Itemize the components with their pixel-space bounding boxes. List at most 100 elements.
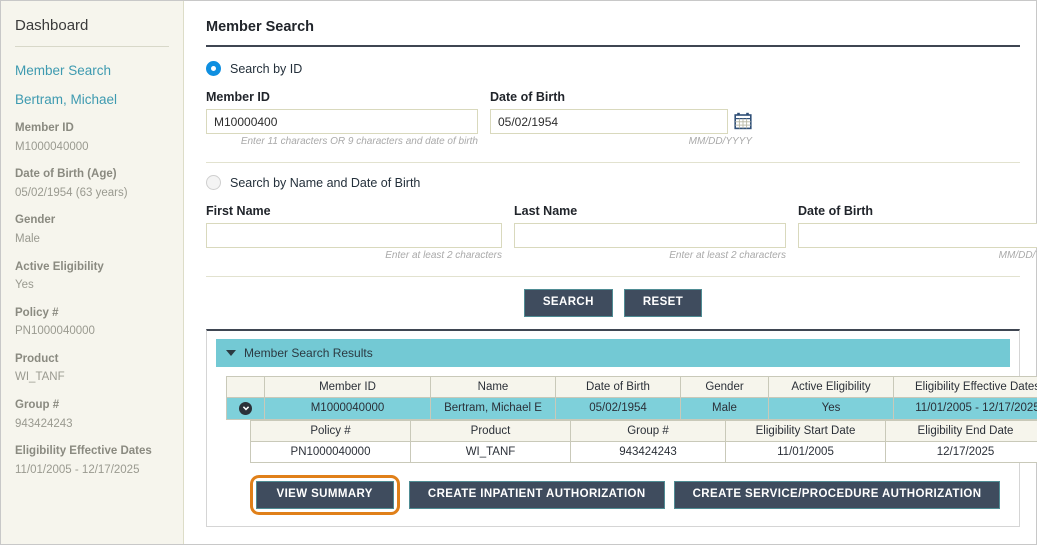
section-divider-2 xyxy=(206,276,1020,277)
search-button[interactable]: SEARCH xyxy=(523,289,613,317)
cell-eligibility-dates: 11/01/2005 - 12/17/2025 xyxy=(893,396,1037,420)
create-service-procedure-authorization-button[interactable]: CREATE SERVICE/PROCEDURE AUTHORIZATION xyxy=(673,481,1001,509)
search-by-id-fields: Member ID Enter 11 characters OR 9 chara… xyxy=(206,90,1020,148)
sidebar-item-member-search[interactable]: Member Search xyxy=(15,63,169,78)
name-dob-label: Date of Birth xyxy=(798,204,873,218)
table-header-row: Member ID Name Date of Birth Gender Acti… xyxy=(226,375,1037,398)
sidebar-field-active-eligibility: Active Eligibility Yes xyxy=(15,260,169,294)
sidebar-field-policy: Policy # PN1000040000 xyxy=(15,306,169,340)
sidebar-field-label: Eligibility Effective Dates xyxy=(15,445,152,458)
first-name-field-group: First Name Enter at least 2 characters xyxy=(206,204,502,262)
dob-input[interactable] xyxy=(490,109,728,134)
search-by-name-fields: First Name Enter at least 2 characters L… xyxy=(206,204,1037,262)
cell-policy: PN1000040000 xyxy=(250,441,411,463)
create-inpatient-authorization-button[interactable]: CREATE INPATIENT AUTHORIZATION xyxy=(408,481,665,509)
detail-row: PN1000040000 WI_TANF 943424243 11/01/200… xyxy=(250,441,1037,463)
results-table: Member ID Name Date of Birth Gender Acti… xyxy=(226,375,1037,421)
cell-dob: 05/02/1954 xyxy=(555,396,681,420)
col-header-dob: Date of Birth xyxy=(555,375,681,398)
results-panel-title: Member Search Results xyxy=(244,345,373,360)
results-panel-header[interactable]: Member Search Results xyxy=(216,338,1010,367)
cell-gender: Male xyxy=(680,396,769,420)
radio-search-by-id[interactable]: Search by ID xyxy=(206,61,1020,76)
detail-header-row: Policy # Product Group # Eligibility Sta… xyxy=(250,420,1037,442)
sidebar-field-label: Member ID xyxy=(15,122,74,134)
name-dob-hint: MM/DD/YYYY xyxy=(998,250,1037,261)
sidebar-field-label: Group # xyxy=(15,399,60,412)
row-expand-cell[interactable] xyxy=(226,396,265,420)
name-dob-input[interactable] xyxy=(798,223,1037,248)
cell-group: 943424243 xyxy=(570,441,726,463)
col-header-eligibility-start: Eligibility Start Date xyxy=(725,420,886,442)
name-dob-field-group: Date of Birth MM/DD/ xyxy=(798,204,1037,262)
sidebar-member-name[interactable]: Bertram, Michael xyxy=(15,92,169,107)
sidebar-field-product: Product WI_TANF xyxy=(15,352,169,386)
member-search-results-panel: Member Search Results Member ID Name Dat… xyxy=(206,328,1037,527)
cell-name: Bertram, Michael E xyxy=(430,396,556,420)
member-id-field-group: Member ID Enter 11 characters OR 9 chara… xyxy=(206,90,478,148)
last-name-hint: Enter at least 2 characters xyxy=(669,250,786,261)
col-header-active-eligibility: Active Eligibility xyxy=(768,375,894,398)
view-summary-button[interactable]: VIEW SUMMARY xyxy=(255,481,394,509)
col-header-gender: Gender xyxy=(680,375,769,398)
caret-down-icon[interactable] xyxy=(226,349,236,356)
table-row[interactable]: M1000040000 Bertram, Michael E 05/02/195… xyxy=(226,396,1037,420)
sidebar-field-group: Group # 943424243 xyxy=(15,398,169,432)
radio-search-by-id-label: Search by ID xyxy=(230,61,303,76)
sidebar-field-value: WI_TANF xyxy=(15,371,65,384)
cell-start-date: 11/01/2005 xyxy=(725,441,886,463)
sidebar-field-label: Product xyxy=(15,352,59,365)
radio-button-icon-unselected[interactable] xyxy=(206,175,221,190)
radio-search-by-name-label: Search by Name and Date of Birth xyxy=(230,175,421,190)
last-name-input[interactable] xyxy=(514,223,786,248)
member-id-label: Member ID xyxy=(206,90,270,104)
results-detail-table: Policy # Product Group # Eligibility Sta… xyxy=(250,420,1037,463)
dob-label: Date of Birth xyxy=(490,90,565,104)
member-id-hint: Enter 11 characters OR 9 characters and … xyxy=(240,136,478,147)
first-name-label: First Name xyxy=(206,204,271,218)
sidebar-field-dob: Date of Birth (Age) 05/02/1954 (63 years… xyxy=(15,167,169,201)
title-rule xyxy=(206,45,1020,47)
sidebar-field-gender: Gender Male xyxy=(15,213,169,247)
view-summary-highlight: VIEW SUMMARY xyxy=(249,475,400,515)
dob-field-group: Date of Birth 05/02/1954 MM/DD/YYYY xyxy=(490,90,752,148)
last-name-field-group: Last Name Enter at least 2 characters xyxy=(514,204,786,262)
sidebar-field-label: Gender xyxy=(15,214,56,227)
cell-active-eligibility: Yes xyxy=(768,396,894,420)
app-window: Dashboard Member Search Bertram, Michael… xyxy=(0,0,1037,545)
col-header-name: Name xyxy=(430,375,556,398)
col-header-policy: Policy # xyxy=(250,420,411,442)
page-title: Member Search xyxy=(206,19,314,35)
last-name-label: Last Name xyxy=(514,204,578,218)
col-header-eligibility-end: Eligibility End Date xyxy=(885,420,1037,442)
search-button-row: SEARCH RESET xyxy=(206,289,1020,317)
sidebar-field-member-id: Member ID M1000040000 xyxy=(15,121,169,155)
sidebar-field-value: 943424243 xyxy=(15,417,73,430)
sidebar-field-value: Yes xyxy=(15,279,34,292)
first-name-hint: Enter at least 2 characters xyxy=(385,250,502,261)
dashboard-title: Dashboard xyxy=(15,17,89,34)
first-name-input[interactable] xyxy=(206,223,502,248)
col-header-group: Group # xyxy=(570,420,726,442)
member-id-input[interactable] xyxy=(206,109,478,134)
sidebar: Dashboard Member Search Bertram, Michael… xyxy=(1,1,184,544)
col-header-expand xyxy=(226,375,265,398)
dob-hint: MM/DD/YYYY xyxy=(688,136,752,147)
cell-product: WI_TANF xyxy=(410,441,571,463)
reset-button[interactable]: RESET xyxy=(623,289,703,317)
section-divider xyxy=(206,162,1020,163)
sidebar-field-label: Date of Birth (Age) xyxy=(15,168,117,181)
results-action-row: VIEW SUMMARY CREATE INPATIENT AUTHORIZAT… xyxy=(216,475,1010,515)
chevron-down-circle-icon[interactable] xyxy=(239,401,252,415)
calendar-icon[interactable] xyxy=(734,112,752,130)
col-header-product: Product xyxy=(410,420,571,442)
sidebar-field-value: PN1000040000 xyxy=(15,325,95,338)
radio-button-icon-selected[interactable] xyxy=(206,61,221,76)
col-header-member-id: Member ID xyxy=(264,375,431,398)
radio-search-by-name[interactable]: Search by Name and Date of Birth xyxy=(206,175,1020,190)
sidebar-field-label: Active Eligibility xyxy=(15,260,104,273)
sidebar-field-value: M1000040000 xyxy=(15,140,89,153)
cell-end-date: 12/17/2025 xyxy=(885,441,1037,463)
sidebar-divider xyxy=(15,46,169,47)
main-content: Member Search Search by ID Member ID Ent… xyxy=(184,1,1037,544)
